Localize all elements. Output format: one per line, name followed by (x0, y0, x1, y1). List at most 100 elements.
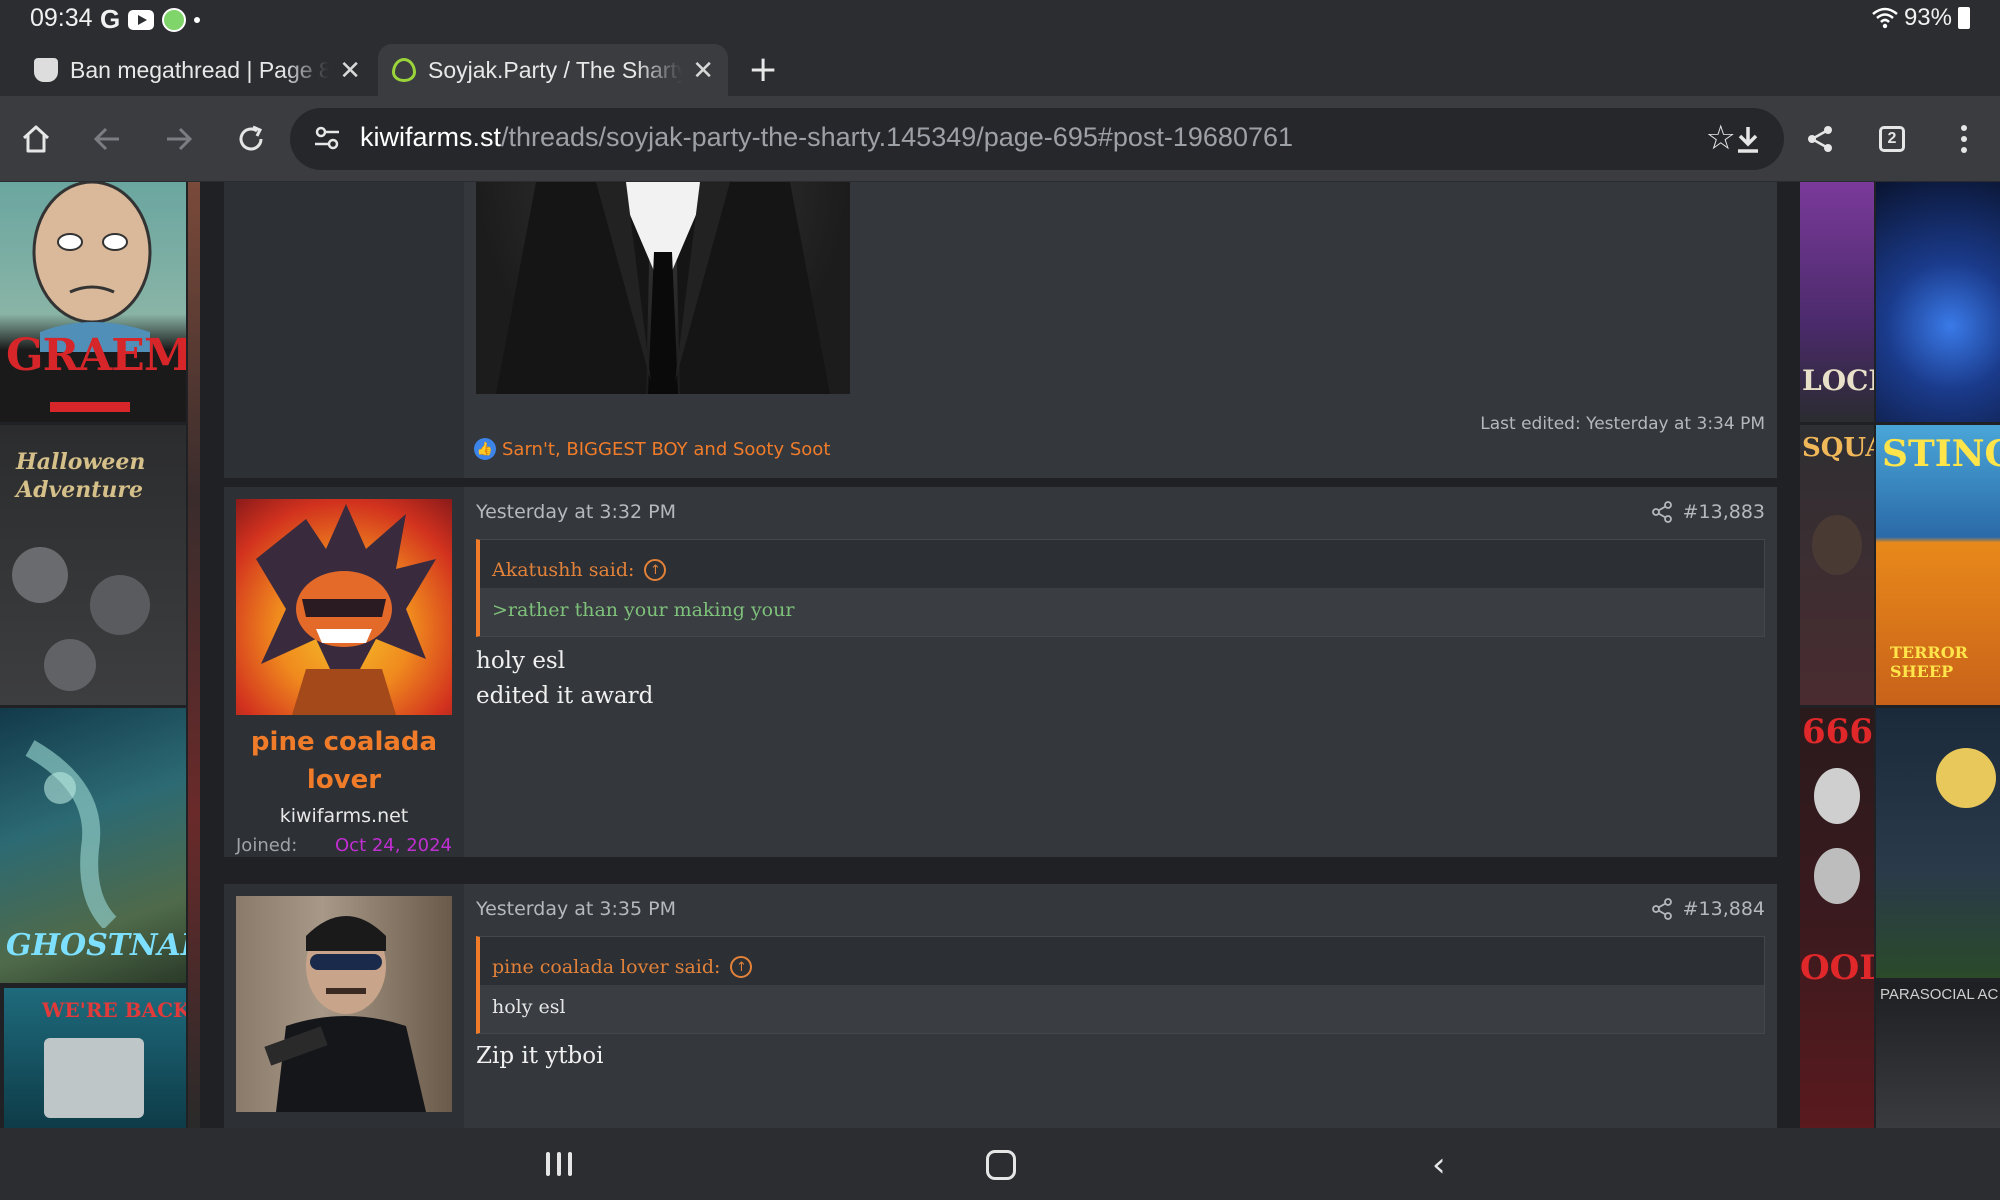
reactions-bar[interactable]: 👍 Sarn't, BIGGEST BOY and Sooty Soot (474, 438, 830, 460)
wifi-icon (1872, 7, 1898, 29)
tab-title: Ban megathread | Page 8 (70, 56, 330, 83)
quote-text: holy esl (492, 996, 566, 1018)
reaction-users[interactable]: Sarn't, BIGGEST BOY and Sooty Soot (502, 439, 830, 460)
poster-bar (50, 402, 130, 412)
quote-body: holy esl (480, 985, 1764, 1033)
tab-switcher-button[interactable]: 2 (1869, 116, 1915, 162)
back-chevron-icon[interactable]: ‹ (1432, 1148, 1446, 1182)
poster-edge (188, 182, 200, 1128)
url-host: kiwifarms.st (360, 122, 501, 152)
more-notifications-dot-icon (194, 16, 201, 23)
poster-parasocial: PARASOCIAL AC (1876, 982, 2000, 1128)
jump-to-quote-icon[interactable]: ↑ (644, 559, 667, 581)
skeleton-illustration (12, 547, 150, 691)
site-settings-icon[interactable] (312, 123, 342, 153)
quote-block: Akatushh said: ↑ >rather than your makin… (476, 539, 1765, 637)
notification-icons: G (100, 4, 201, 35)
tab-count: 2 (1879, 126, 1905, 152)
poster-subtitle: TERROR SHEEP (1890, 643, 1968, 681)
home-icon[interactable] (13, 116, 59, 162)
download-icon[interactable] (1725, 116, 1771, 162)
post-body: Yesterday at 3:35 PM #13,884 pine coalad… (464, 884, 1777, 1128)
app-notification-icon (162, 7, 187, 32)
tab-soyjak-party[interactable]: Soyjak.Party / The Sharty ✕ (378, 44, 728, 96)
last-edited: Last edited: Yesterday at 3:34 PM (1480, 414, 1765, 434)
poster-title: 666 (1802, 712, 1873, 752)
tab-strip: Ban megathread | Page 8 ✕ Soyjak.Party /… (0, 38, 2000, 96)
post-date[interactable]: Yesterday at 3:35 PM (476, 898, 676, 920)
quote-author[interactable]: Akatushh said: (492, 559, 634, 581)
new-tab-plus-icon[interactable]: + (748, 52, 778, 88)
avatar[interactable] (236, 499, 452, 715)
post-number[interactable]: #13,884 (1683, 898, 1765, 920)
poster-title: SQUAD (1802, 433, 1874, 463)
poster-were-back: WE'RE BACK! (4, 988, 186, 1128)
right-background-posters: LOCK SQUAD STINGY TERROR SHEEP 666 OOD P… (1800, 182, 2000, 1128)
embedded-image[interactable] (476, 182, 850, 394)
message-line: edited it award (476, 683, 654, 709)
share-icon[interactable] (1797, 116, 1843, 162)
clock: 09:34 (30, 4, 93, 32)
post-user-panel (224, 182, 464, 478)
poster-stingy: STINGY TERROR SHEEP (1876, 425, 2000, 705)
share-icon[interactable] (1651, 898, 1673, 920)
poster-lock: LOCK (1800, 182, 1874, 422)
battery-icon (1958, 7, 1970, 29)
address-bar[interactable]: kiwifarms.st/threads/soyjak-party-the-sh… (290, 108, 1784, 170)
google-icon: G (100, 4, 121, 34)
reload-icon[interactable] (228, 116, 274, 162)
quote-author[interactable]: pine coalada lover said: (492, 956, 720, 978)
poster-title: GRAEME (6, 330, 186, 381)
jump-to-quote-icon[interactable]: ↑ (730, 956, 753, 978)
face-illustration (1814, 768, 1860, 824)
poster-full-moon (1876, 708, 2000, 978)
poster-graeme: GRAEME (0, 182, 186, 422)
message-line: holy esl (476, 648, 566, 674)
avatar[interactable] (236, 896, 452, 1112)
post-date[interactable]: Yesterday at 3:32 PM (476, 501, 676, 523)
post-13883: pine coalada lover kiwifarms.net Joined:… (224, 487, 1777, 857)
poster-subtitle: Adventure (16, 477, 143, 503)
system-icons: 93% (1872, 4, 1970, 32)
poster-halloween-adventure: Halloween Adventure (0, 425, 186, 705)
recents-icon[interactable] (546, 1152, 572, 1176)
share-icon[interactable] (1651, 501, 1673, 523)
close-icon[interactable]: ✕ (692, 55, 714, 86)
post-body: Last edited: Yesterday at 3:34 PM 👍 Sarn… (464, 182, 1777, 478)
thread-posts: Last edited: Yesterday at 3:34 PM 👍 Sarn… (224, 182, 1777, 1128)
tab-ban-megathread[interactable]: Ban megathread | Page 8 ✕ (20, 44, 375, 96)
message-line: Zip it ytboi (476, 1043, 604, 1069)
poster-squad: SQUAD (1800, 425, 1874, 705)
system-navigation-bar: ‹ (0, 1128, 2000, 1200)
anime-character-avatar (256, 504, 436, 715)
close-icon[interactable]: ✕ (339, 55, 361, 86)
post-13884: Yesterday at 3:35 PM #13,884 pine coalad… (224, 884, 1777, 1128)
quote-header: Akatushh said: ↑ (480, 540, 1764, 588)
poster-title-2: OOD (1800, 948, 1874, 988)
poster-666: 666 OOD (1800, 708, 1874, 1128)
home-button-icon[interactable] (986, 1150, 1016, 1180)
poster-title: PARASOCIAL AC (1880, 986, 1999, 1003)
username-line-1[interactable]: pine coalada (224, 723, 464, 761)
thumbs-up-icon: 👍 (474, 438, 496, 460)
menu-kebab-icon[interactable] (1941, 116, 1987, 162)
tornado-illustration (25, 740, 117, 928)
suit-and-tie-illustration (496, 182, 830, 394)
kiwi-favicon-icon (392, 58, 416, 82)
joined-label: Joined: (236, 835, 298, 856)
cartoon-face-illustration (32, 182, 152, 352)
portrait-illustration (1812, 515, 1862, 575)
poster-blue-figure (1876, 182, 2000, 422)
back-arrow-icon[interactable] (84, 116, 130, 162)
forward-arrow-icon[interactable] (156, 116, 202, 162)
web-page: GRAEME Halloween Adventure GHOSTNADO WE'… (0, 182, 2000, 1128)
poster-title: STINGY (1882, 433, 2000, 475)
status-bar: 09:34 G 93% (0, 0, 2000, 38)
post-user-panel: pine coalada lover kiwifarms.net Joined:… (224, 487, 464, 857)
url-text[interactable]: kiwifarms.st/threads/soyjak-party-the-sh… (360, 122, 1293, 153)
post-number[interactable]: #13,883 (1683, 501, 1765, 523)
username-line-2[interactable]: lover (224, 761, 464, 799)
battery-percent: 93% (1903, 4, 1952, 31)
poster-title: Halloween (16, 449, 146, 475)
post-body: Yesterday at 3:32 PM #13,883 Akatushh sa… (464, 487, 1777, 857)
